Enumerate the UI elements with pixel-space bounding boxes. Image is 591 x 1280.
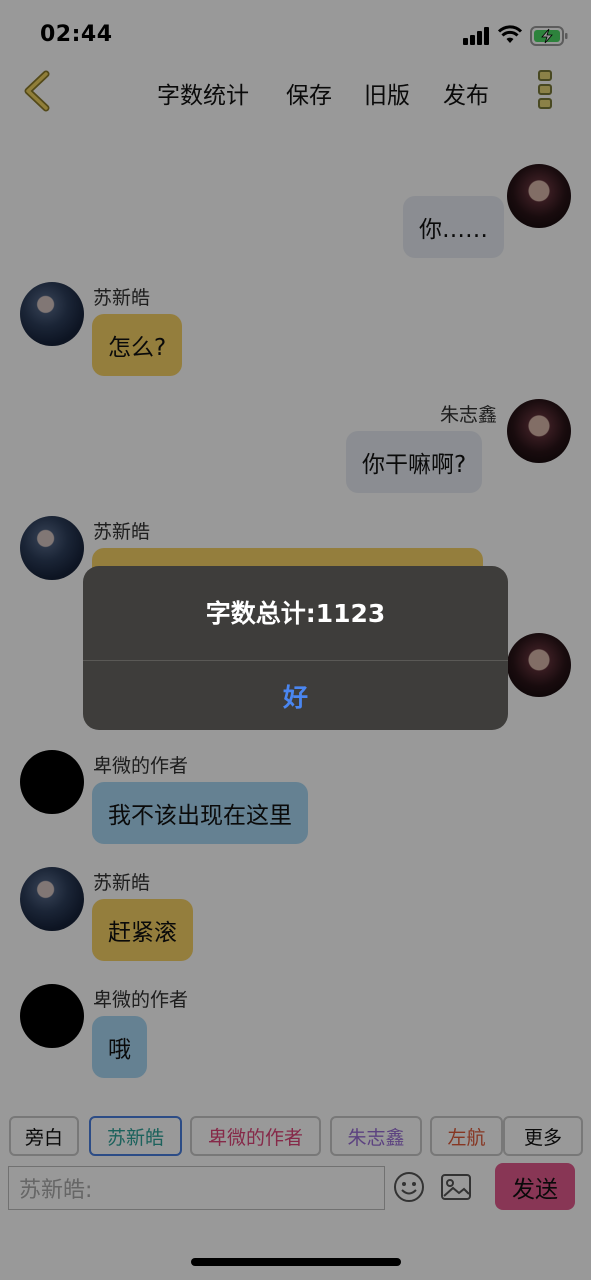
alert-ok-button[interactable]: 好 [83, 661, 508, 730]
word-count-alert: 字数总计:1123 好 [83, 566, 508, 730]
home-indicator[interactable] [191, 1258, 401, 1266]
alert-title: 字数总计:1123 [205, 599, 386, 628]
